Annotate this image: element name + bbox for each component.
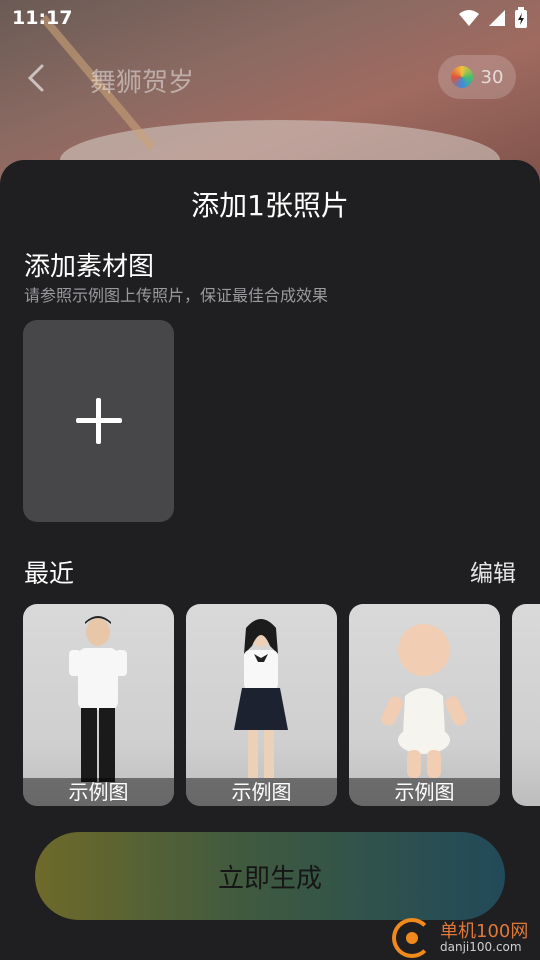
- person-illustration: [234, 619, 288, 778]
- wifi-icon: [459, 10, 479, 26]
- tile-caption: 示例图: [349, 778, 500, 806]
- recent-photo-tile-partial[interactable]: [512, 604, 540, 806]
- status-bar: 11:17: [0, 0, 540, 36]
- baby-illustration: [381, 624, 467, 778]
- watermark: 单机100网 danji100.com: [392, 916, 540, 960]
- status-time: 11:17: [12, 7, 73, 29]
- section-title: 添加素材图: [24, 252, 155, 282]
- watermark-logo-icon: [392, 918, 432, 958]
- chevron-left-icon: [27, 64, 44, 92]
- page-title: 舞狮贺岁: [90, 68, 195, 98]
- recent-list: 示例图 示例图 示例图: [23, 604, 540, 806]
- sheet-title: 添加1张照片: [191, 189, 349, 222]
- section-hint: 请参照示例图上传照片，保证最佳合成效果: [24, 286, 329, 305]
- edit-button[interactable]: 编辑: [470, 554, 516, 588]
- person-illustration: [69, 616, 127, 782]
- watermark-en: danji100.com: [440, 940, 522, 955]
- generate-button[interactable]: 立即生成: [35, 832, 505, 920]
- signal-icon: [489, 10, 505, 26]
- bottom-sheet: 添加1张照片 添加素材图 请参照示例图上传照片，保证最佳合成效果 最近 编辑 示…: [0, 160, 540, 960]
- recent-photo-tile[interactable]: 示例图: [349, 604, 500, 806]
- add-photo-button[interactable]: [23, 320, 174, 522]
- recent-photo-tile[interactable]: 示例图: [23, 604, 174, 806]
- watermark-cn: 单机100网: [440, 920, 529, 942]
- top-navigation: 舞狮贺岁 30: [0, 50, 540, 106]
- tile-caption: 示例图: [186, 778, 337, 806]
- recent-label: 最近: [24, 559, 75, 588]
- coin-balance[interactable]: 30: [438, 55, 516, 99]
- recent-photo-tile[interactable]: 示例图: [186, 604, 337, 806]
- back-button[interactable]: [22, 58, 52, 98]
- coin-count: 30: [480, 66, 504, 88]
- plus-icon: [75, 398, 122, 444]
- coin-icon: [450, 66, 473, 88]
- battery-icon: [515, 7, 527, 28]
- tile-caption: 示例图: [23, 778, 174, 806]
- status-icons: [458, 7, 528, 29]
- generate-label: 立即生成: [217, 863, 322, 894]
